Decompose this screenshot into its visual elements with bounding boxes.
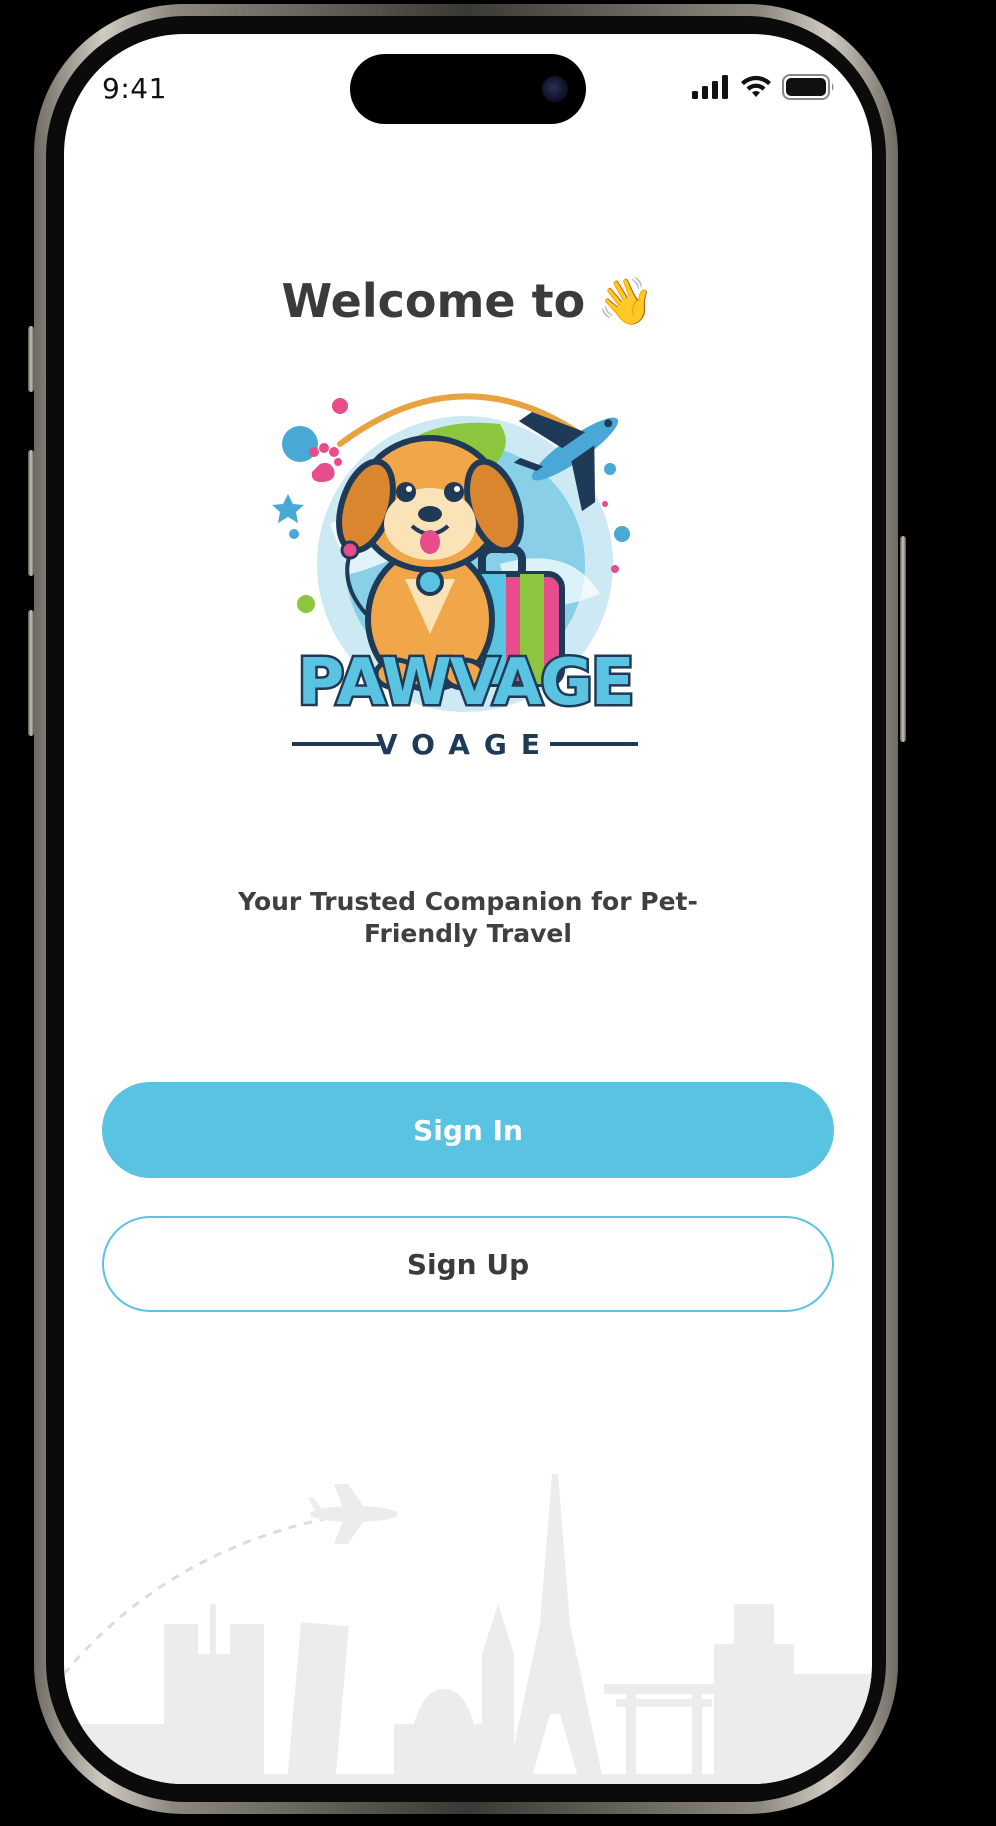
logo-brand-main: PAWVAGE <box>297 646 632 720</box>
collar-tag <box>416 568 444 596</box>
waving-hand-emoji: 👋 <box>597 274 655 328</box>
dynamic-island <box>350 54 586 124</box>
sign-in-button[interactable]: Sign In <box>102 1082 834 1178</box>
star-icon <box>272 494 304 523</box>
volume-up-button <box>28 450 34 576</box>
app-screen: 9:41 Welcome to 👋 PAWVAGE VOAGE Your Tru… <box>64 34 872 1784</box>
front-camera-icon <box>542 76 568 102</box>
app-logo: PAWVAGE VOAGE <box>272 393 638 761</box>
tagline: Your Trusted Companion for Pet-Friendly … <box>238 887 698 948</box>
welcome-title: Welcome to <box>281 274 586 328</box>
eiffel-tower-icon <box>506 1474 604 1784</box>
battery-icon <box>782 74 834 100</box>
paw-print-icon <box>311 462 335 483</box>
action-button <box>28 326 34 392</box>
status-time: 9:41 <box>102 72 167 105</box>
cellular-signal-icon <box>692 75 728 99</box>
status-icons <box>692 74 836 100</box>
sign-up-label: Sign Up <box>406 1247 530 1281</box>
landmarks-skyline-illustration <box>64 1474 872 1784</box>
wifi-icon <box>741 75 771 97</box>
volume-down-button <box>28 610 34 736</box>
welcome-heading: Welcome to 👋 <box>64 274 872 329</box>
logo-brand-sub: VOAGE <box>376 728 554 761</box>
power-button <box>900 536 906 742</box>
sign-in-label: Sign In <box>413 1113 523 1147</box>
skyline-airplane-icon <box>308 1484 398 1544</box>
sign-up-button[interactable]: Sign Up <box>102 1216 834 1312</box>
